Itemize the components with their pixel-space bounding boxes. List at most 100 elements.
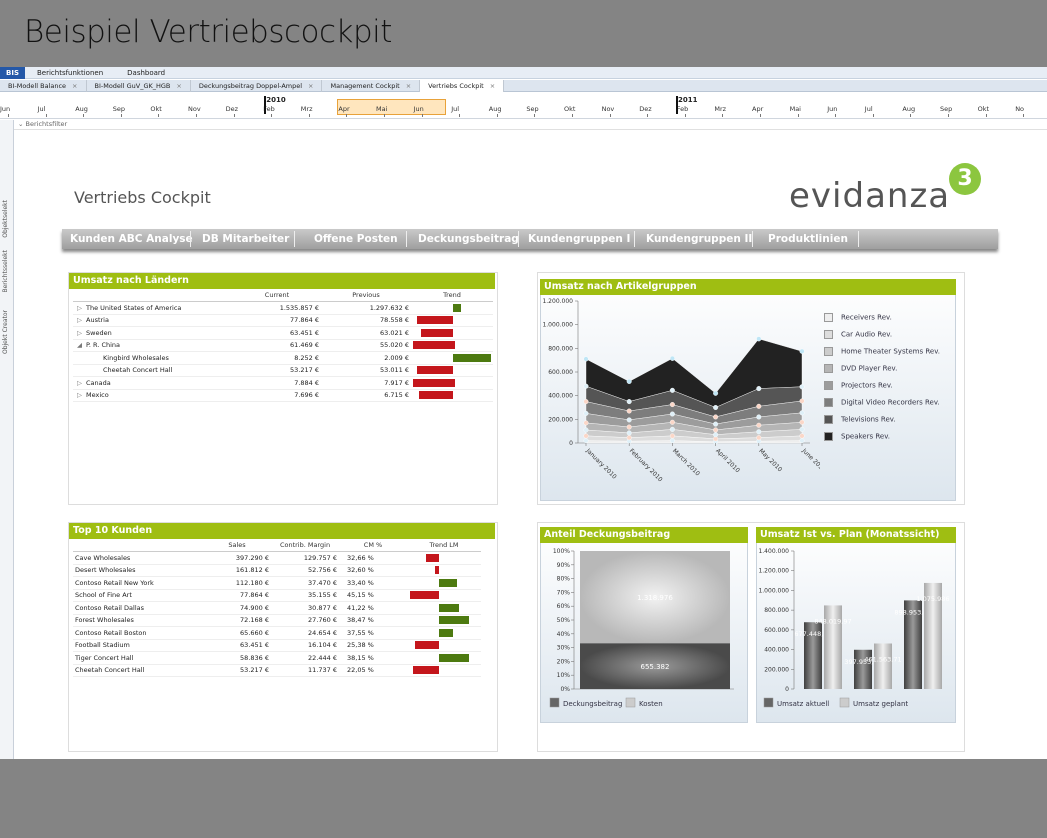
nav-produktlinien[interactable]: Produktlinien: [768, 229, 848, 249]
y-tick-label: 600.000: [764, 627, 789, 634]
expand-icon[interactable]: ▷: [77, 316, 82, 324]
table-row[interactable]: School of Fine Art 77.864 € 35.155 € 45,…: [73, 589, 481, 602]
table-row[interactable]: ◢ P. R. China 61.469 € 55.020 €: [73, 339, 493, 352]
trend-cell: [411, 339, 493, 352]
table-row[interactable]: Forest Wholesales 72.168 € 27.760 € 38,4…: [73, 614, 481, 627]
close-icon[interactable]: ×: [406, 82, 411, 90]
customer-name: Forest Wholesales: [73, 614, 203, 627]
data-point: [583, 420, 589, 426]
side-tab-objekt-creator[interactable]: Objekt Creator: [2, 310, 12, 354]
table-row[interactable]: ▷ The United States of America 1.535.857 …: [73, 301, 493, 315]
close-icon[interactable]: ×: [308, 82, 313, 90]
trend-bar: [419, 391, 453, 400]
timeline-month[interactable]: Aug: [75, 105, 88, 113]
timeline-month[interactable]: Okt: [564, 105, 575, 113]
app-window: BIS Berichtsfunktionen Dashboard BI-Mode…: [0, 67, 1047, 759]
time-slider[interactable]: Jun Jul Aug Sep Okt Nov Dez Feb Mrz Apr Mai Jun Jul A…: [0, 93, 1047, 119]
timeline-month[interactable]: Apr: [752, 105, 763, 113]
timeline-month[interactable]: No: [1015, 105, 1024, 113]
x-tick-label: March 2010: [671, 447, 701, 477]
bis-menu-button[interactable]: BIS: [0, 67, 25, 79]
nav-deckungsbeitrag[interactable]: Deckungsbeitrag: [418, 229, 519, 249]
table-row[interactable]: Contoso Retail Boston 65.660 € 24.654 € …: [73, 626, 481, 640]
report-filter-bar[interactable]: ⌄ Berichtsfilter: [14, 120, 1047, 130]
timeline-month[interactable]: Nov: [602, 105, 615, 113]
expand-icon[interactable]: ▷: [77, 304, 82, 312]
legend-label: Speakers Rev.: [841, 432, 891, 441]
timeline-month[interactable]: Dez: [639, 105, 651, 113]
legend-label: Home Theater Systems Rev.: [841, 347, 941, 356]
tab-bi-modell-guv[interactable]: BI-Modell GuV_GK_HGB ×: [87, 79, 191, 92]
trend-bar: [417, 316, 453, 325]
timeline-month[interactable]: Mai: [376, 105, 387, 113]
table-row[interactable]: ▷ Austria 77.864 € 78.558 €: [73, 314, 493, 327]
timeline-month[interactable]: Aug: [489, 105, 502, 113]
side-tab-berichtsselekt[interactable]: Berichtsselekt: [2, 250, 12, 293]
side-tab-objektselekt[interactable]: Objektselekt: [2, 200, 12, 238]
current-value: 8.252 €: [233, 351, 321, 365]
deckungsbeitrag-chart: 100% 90% 80% 70% 60% 50% 40% 30% 20% 10% 0% 655.382…: [549, 548, 734, 708]
expand-icon[interactable]: ▷: [77, 329, 82, 337]
legend-swatch: [824, 364, 833, 373]
table-row[interactable]: Cave Wholesales 397.290 € 129.757 € 32,6…: [73, 551, 481, 565]
nav-kundengruppen-2[interactable]: Kundengruppen II: [646, 229, 752, 249]
bottom-right-panel: Anteil Deckungsbeitrag 100% 90% 80% 70% 60% 5…: [537, 522, 965, 752]
timeline-month[interactable]: Sep: [526, 105, 538, 113]
time-selection-range[interactable]: [337, 99, 446, 115]
timeline-month[interactable]: Sep: [940, 105, 952, 113]
y-tick-label: 400.000: [548, 393, 573, 400]
data-point: [669, 402, 675, 408]
timeline-month[interactable]: Feb: [677, 105, 689, 113]
close-icon[interactable]: ×: [176, 82, 181, 90]
timeline-month[interactable]: Jun: [827, 105, 837, 113]
nav-db-mitarbeiter[interactable]: DB Mitarbeiter: [202, 229, 289, 249]
expand-icon[interactable]: ▷: [77, 391, 82, 399]
table-row[interactable]: ▷ Mexico 7.696 € 6.715 €: [73, 389, 493, 402]
timeline-month[interactable]: Apr: [338, 105, 349, 113]
timeline-month[interactable]: Jul: [38, 105, 46, 113]
table-row[interactable]: Desert Wholesales 161.812 € 52.756 € 32,…: [73, 564, 481, 577]
table-row[interactable]: Kingbird Wholesales 8.252 € 2.009 €: [73, 351, 493, 365]
timeline-month[interactable]: Okt: [978, 105, 989, 113]
timeline-month[interactable]: Nov: [188, 105, 201, 113]
expand-icon[interactable]: ◢: [77, 341, 82, 349]
table-row[interactable]: ▷ Sweden 63.451 € 63.021 €: [73, 326, 493, 340]
timeline-month[interactable]: Jul: [865, 105, 873, 113]
trend-cell: [407, 589, 481, 602]
timeline-month[interactable]: Aug: [902, 105, 915, 113]
table-row[interactable]: Tiger Concert Hall 58.836 € 22.444 € 38,…: [73, 651, 481, 665]
tab-deckungsbeitrag-doppel-ampel[interactable]: Deckungsbeitrag Doppel-Ampel ×: [191, 79, 323, 92]
timeline-month[interactable]: Mrz: [714, 105, 726, 113]
timeline-month[interactable]: Dez: [226, 105, 238, 113]
table-row[interactable]: Contoso Retail Dallas 74.900 € 30.877 € …: [73, 601, 481, 615]
expand-icon[interactable]: ▷: [77, 379, 82, 387]
timeline-month[interactable]: Mrz: [301, 105, 313, 113]
table-row[interactable]: Football Stadium 63.451 € 16.104 € 25,38…: [73, 639, 481, 652]
menu-berichtsfunktionen[interactable]: Berichtsfunktionen: [25, 69, 115, 77]
tab-bi-modell-balance[interactable]: BI-Modell Balance ×: [0, 79, 87, 92]
close-icon[interactable]: ×: [490, 82, 495, 90]
legend-swatch: [549, 697, 560, 708]
table-row[interactable]: Cheetah Concert Hall 53.217 € 11.737 € 2…: [73, 664, 481, 677]
cm-pct-value: 38,47 %: [339, 614, 407, 627]
table-row[interactable]: ▷ Canada 7.884 € 7.917 €: [73, 376, 493, 390]
data-point: [713, 414, 719, 420]
nav-kundengruppen-1[interactable]: Kundengruppen I: [528, 229, 630, 249]
tab-vertriebs-cockpit[interactable]: Vertriebs Cockpit ×: [420, 79, 505, 92]
timeline-month[interactable]: Sep: [113, 105, 125, 113]
y-tick-label: 800.000: [764, 607, 789, 614]
timeline-month[interactable]: Mai: [790, 105, 801, 113]
nav-kunden-abc-analyse[interactable]: Kunden ABC Analyse: [70, 229, 193, 249]
tab-management-cockpit[interactable]: Management Cockpit ×: [322, 79, 421, 92]
timeline-month[interactable]: Jul: [451, 105, 459, 113]
close-icon[interactable]: ×: [72, 82, 77, 90]
nav-offene-posten[interactable]: Offene Posten: [314, 229, 398, 249]
table-row[interactable]: Cheetah Concert Hall 53.217 € 53.011 €: [73, 364, 493, 377]
timeline-month[interactable]: Jun: [0, 105, 10, 113]
timeline-month[interactable]: Jun: [414, 105, 424, 113]
cm-pct-value: 22,05 %: [339, 664, 407, 677]
legend-item: Car Audio Rev.: [824, 330, 892, 339]
timeline-month[interactable]: Okt: [150, 105, 161, 113]
table-row[interactable]: Contoso Retail New York 112.180 € 37.470…: [73, 576, 481, 590]
menu-dashboard[interactable]: Dashboard: [115, 69, 177, 77]
